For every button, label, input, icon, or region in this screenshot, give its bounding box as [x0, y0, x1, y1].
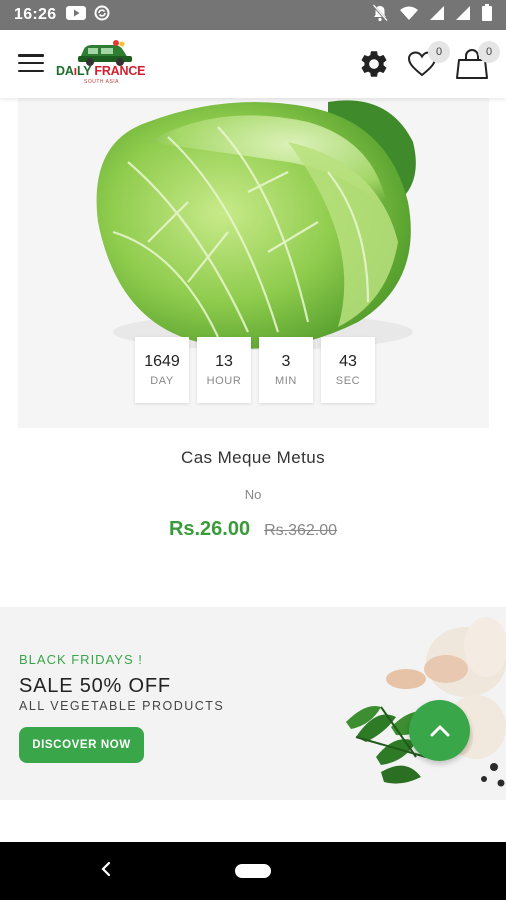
- promo-subtitle: ALL VEGETABLE PRODUCTS: [19, 699, 225, 713]
- promo-title: SALE 50% OFF: [19, 675, 171, 697]
- countdown-label: DAY: [150, 375, 174, 387]
- countdown-label: MIN: [275, 375, 297, 387]
- mute-icon: [372, 3, 388, 27]
- sync-icon: [94, 5, 110, 26]
- wishlist-count-badge: 0: [428, 41, 450, 63]
- chevron-up-icon: [430, 725, 449, 736]
- logo-car-icon: [78, 40, 132, 66]
- cart-button[interactable]: 0: [454, 41, 500, 82]
- cart-count-badge: 0: [478, 41, 500, 63]
- promo-eyebrow: BLACK FRIDAYS !: [19, 652, 143, 667]
- hamburger-line: [18, 69, 44, 72]
- product-price: Rs.26.00: [168, 518, 251, 540]
- system-nav-bar: [0, 842, 506, 900]
- countdown-value: 13: [215, 353, 233, 370]
- countdown-hours: 13 HOUR: [197, 337, 251, 403]
- cabbage-image: [96, 100, 416, 350]
- vegetables-image: [346, 617, 506, 787]
- deal-countdown: 1649 DAY 13 HOUR 3 MIN 43 SEC: [135, 337, 375, 403]
- wishlist-button[interactable]: 0: [404, 41, 450, 82]
- menu-button[interactable]: [18, 52, 44, 74]
- status-time: 16:26: [14, 6, 57, 23]
- app-bar: DAıLY FRANCE SOUTH ASIA 0 0: [0, 30, 506, 98]
- product-old-price: Rs.362.00: [264, 522, 338, 539]
- wifi-icon: [400, 6, 418, 25]
- battery-icon: [482, 4, 492, 26]
- hamburger-line: [18, 54, 44, 57]
- settings-button[interactable]: [356, 46, 392, 82]
- youtube-icon: [66, 5, 87, 25]
- home-pill[interactable]: [235, 864, 271, 878]
- product-name[interactable]: Cas Meque Metus: [0, 448, 506, 468]
- back-icon[interactable]: [100, 860, 112, 883]
- product-subtitle: No: [244, 487, 262, 502]
- logo-text-part: FRANCE: [91, 64, 146, 78]
- logo-text-part: DA: [56, 64, 74, 78]
- signal-icon: [430, 5, 444, 25]
- price-row: Rs.26.00 Rs.362.00: [0, 518, 506, 541]
- app-logo[interactable]: DAıLY FRANCE SOUTH ASIA: [54, 40, 154, 88]
- scroll-to-top-button[interactable]: [409, 700, 470, 761]
- countdown-minutes: 3 MIN: [259, 337, 313, 403]
- countdown-label: SEC: [335, 375, 361, 387]
- countdown-value: 1649: [144, 353, 180, 370]
- countdown-days: 1649 DAY: [135, 337, 189, 403]
- countdown-value: 3: [281, 353, 291, 370]
- countdown-label: HOUR: [206, 375, 242, 387]
- hamburger-line: [18, 61, 44, 65]
- logo-text: DAıLY FRANCE: [56, 64, 145, 78]
- signal-icon: [456, 5, 470, 25]
- countdown-seconds: 43 SEC: [321, 337, 375, 403]
- logo-subtext: SOUTH ASIA: [84, 79, 120, 85]
- gear-icon: [361, 51, 387, 77]
- discover-now-button[interactable]: DISCOVER NOW: [19, 727, 144, 763]
- logo-text-part: LY: [76, 64, 92, 78]
- status-bar: 16:26: [0, 0, 506, 30]
- countdown-value: 43: [339, 353, 357, 370]
